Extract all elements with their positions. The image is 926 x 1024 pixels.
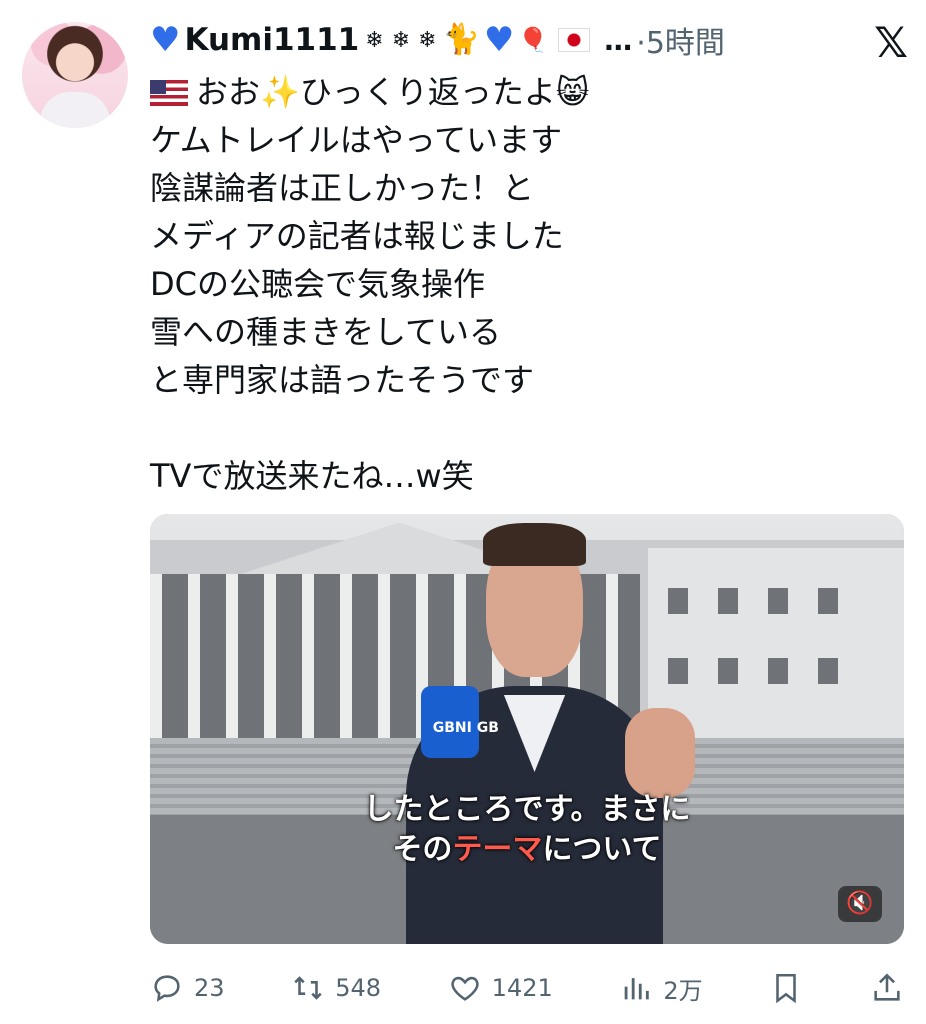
video-subtitle: そのテーマについて bbox=[392, 832, 662, 867]
reply-button[interactable]: 23 bbox=[150, 971, 225, 1005]
x-logo-icon[interactable]: 𝕏 bbox=[874, 18, 908, 67]
text-line: 雪への種まきをしている bbox=[150, 313, 502, 351]
snowflake-icon: ❄ bbox=[365, 27, 384, 53]
like-button[interactable]: 1421 bbox=[448, 971, 553, 1005]
share-icon bbox=[870, 971, 904, 1005]
blue-heart-icon: ♥ bbox=[150, 20, 181, 60]
heart-icon bbox=[448, 971, 482, 1005]
view-count: 2万 bbox=[663, 976, 703, 1005]
author-name-row[interactable]: ♥ Kumi1111 ❄ ❄ ❄ 🐈 ♥ 🎈 … bbox=[150, 20, 632, 60]
black-cat-icon: 🐈 bbox=[442, 22, 480, 57]
post-time[interactable]: ·5時間 bbox=[636, 18, 725, 62]
repost-icon bbox=[291, 971, 325, 1005]
share-button[interactable] bbox=[870, 971, 904, 1005]
text-line: ケムトレイルはやっています bbox=[150, 121, 563, 159]
action-bar: 23 548 1421 2万 bbox=[150, 960, 904, 1016]
text-line: DCの公聴会で気象操作 bbox=[150, 265, 485, 303]
snowflake-icon: ❄ bbox=[418, 27, 437, 53]
balloon-icon: 🎈 bbox=[518, 26, 549, 54]
bookmark-icon bbox=[769, 971, 803, 1005]
snowflake-icon: ❄ bbox=[391, 27, 411, 53]
views-chart-icon bbox=[619, 971, 653, 1005]
mic-label: GBNI GB bbox=[432, 720, 499, 737]
video-subtitle: したところです。まさに bbox=[363, 792, 691, 827]
text-line: TVで放送来たね…w笑 bbox=[150, 457, 474, 495]
name-ellipsis: … bbox=[604, 23, 633, 57]
blue-heart-icon: ♥ bbox=[483, 20, 515, 60]
repost-count: 548 bbox=[335, 974, 382, 1002]
text-line: 陰謀論者は正しかった！と bbox=[150, 169, 535, 207]
author-display-name[interactable]: Kumi1111 bbox=[184, 22, 359, 58]
post-header: ♥ Kumi1111 ❄ ❄ ❄ 🐈 ♥ 🎈 … ·5時間 𝕏 bbox=[150, 12, 908, 68]
mute-icon[interactable]: 🔇 bbox=[838, 886, 882, 922]
post-text: おお✨ひっくり返ったよ😸 ケムトレイルはやっています 陰謀論者は正しかった！と … bbox=[150, 68, 910, 500]
author-avatar[interactable] bbox=[22, 22, 128, 128]
reply-count: 23 bbox=[194, 974, 225, 1002]
text-line: と専門家は語ったそうです bbox=[150, 361, 535, 399]
flag-jp-icon bbox=[558, 28, 591, 52]
text-line: メディアの記者は報じました bbox=[150, 217, 564, 255]
flag-us-icon bbox=[150, 80, 188, 106]
text-line: おお✨ひっくり返ったよ😸 bbox=[150, 68, 910, 116]
video-player[interactable]: GBNI GB したところです。まさに そのテーマについて 🔇 bbox=[150, 514, 904, 944]
repost-button[interactable]: 548 bbox=[291, 971, 381, 1005]
bookmark-button[interactable] bbox=[769, 971, 803, 1005]
views-button[interactable]: 2万 bbox=[619, 971, 703, 1006]
like-count: 1421 bbox=[491, 974, 553, 1002]
reply-icon bbox=[150, 971, 184, 1005]
